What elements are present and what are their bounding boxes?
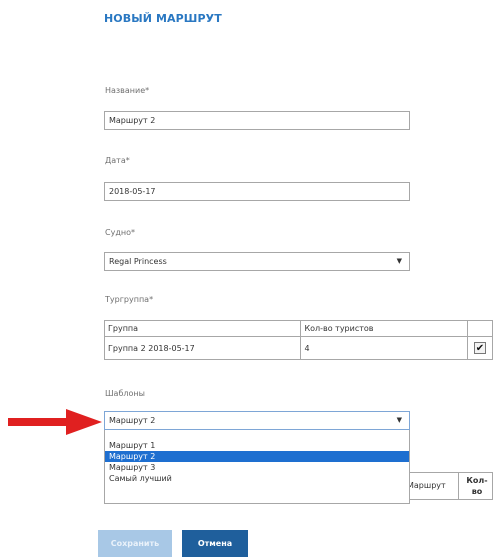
group-cell: Группа 2 2018-05-17	[103, 336, 302, 360]
templates-label: Шаблоны	[105, 389, 145, 398]
ship-label: Судно*	[105, 228, 135, 237]
date-input[interactable]: 2018-05-17	[104, 182, 410, 201]
group-checkbox[interactable]: ✔	[474, 342, 486, 354]
column-header-group: Группа	[103, 320, 302, 337]
table-header-row: Группа Кол-во туристов	[103, 320, 493, 337]
dropdown-option[interactable]: Маршрут 1	[105, 440, 409, 451]
red-arrow-icon	[8, 409, 102, 435]
column-header-select	[467, 320, 493, 337]
name-label: Название*	[105, 86, 150, 95]
column-header-count-partial: Кол-во	[466, 476, 488, 496]
chevron-down-icon: ▼	[396, 257, 402, 265]
page-title: Новый маршрут	[104, 12, 222, 25]
templates-select-value: Маршрут 2	[109, 416, 156, 425]
save-button[interactable]: Сохранить	[98, 530, 172, 557]
dropdown-option[interactable]: Самый лучший	[105, 473, 409, 484]
name-input-value: Маршрут 2	[109, 116, 156, 125]
ship-select[interactable]: Regal Princess ▼	[104, 252, 410, 271]
select-cell: ✔	[467, 336, 493, 360]
templates-select[interactable]: Маршрут 2 ▼	[104, 411, 410, 430]
chevron-down-icon: ▼	[396, 416, 402, 424]
column-header-route: Маршрут	[405, 473, 459, 499]
name-input[interactable]: Маршрут 2	[104, 111, 410, 130]
cancel-button[interactable]: Отмена	[182, 530, 248, 557]
table-row[interactable]: Группа 2 2018-05-17 4 ✔	[103, 336, 493, 360]
date-input-value: 2018-05-17	[109, 187, 156, 196]
tour-group-table: Группа Кол-во туристов Группа 2 2018-05-…	[103, 320, 493, 360]
column-header-count: Кол-во туристов	[300, 320, 468, 337]
ship-select-value: Regal Princess	[109, 257, 167, 266]
dropdown-option-selected[interactable]: Маршрут 2	[105, 451, 409, 462]
tour-group-label: Тургруппа*	[105, 295, 154, 304]
dropdown-option[interactable]: Маршрут 3	[105, 462, 409, 473]
date-label: Дата*	[105, 156, 130, 165]
templates-dropdown-list: Маршрут 1 Маршрут 2 Маршрут 3 Самый лучш…	[104, 430, 410, 504]
count-cell: 4	[300, 336, 468, 360]
routes-table-partial: Маршрут Кол-во	[405, 472, 493, 500]
